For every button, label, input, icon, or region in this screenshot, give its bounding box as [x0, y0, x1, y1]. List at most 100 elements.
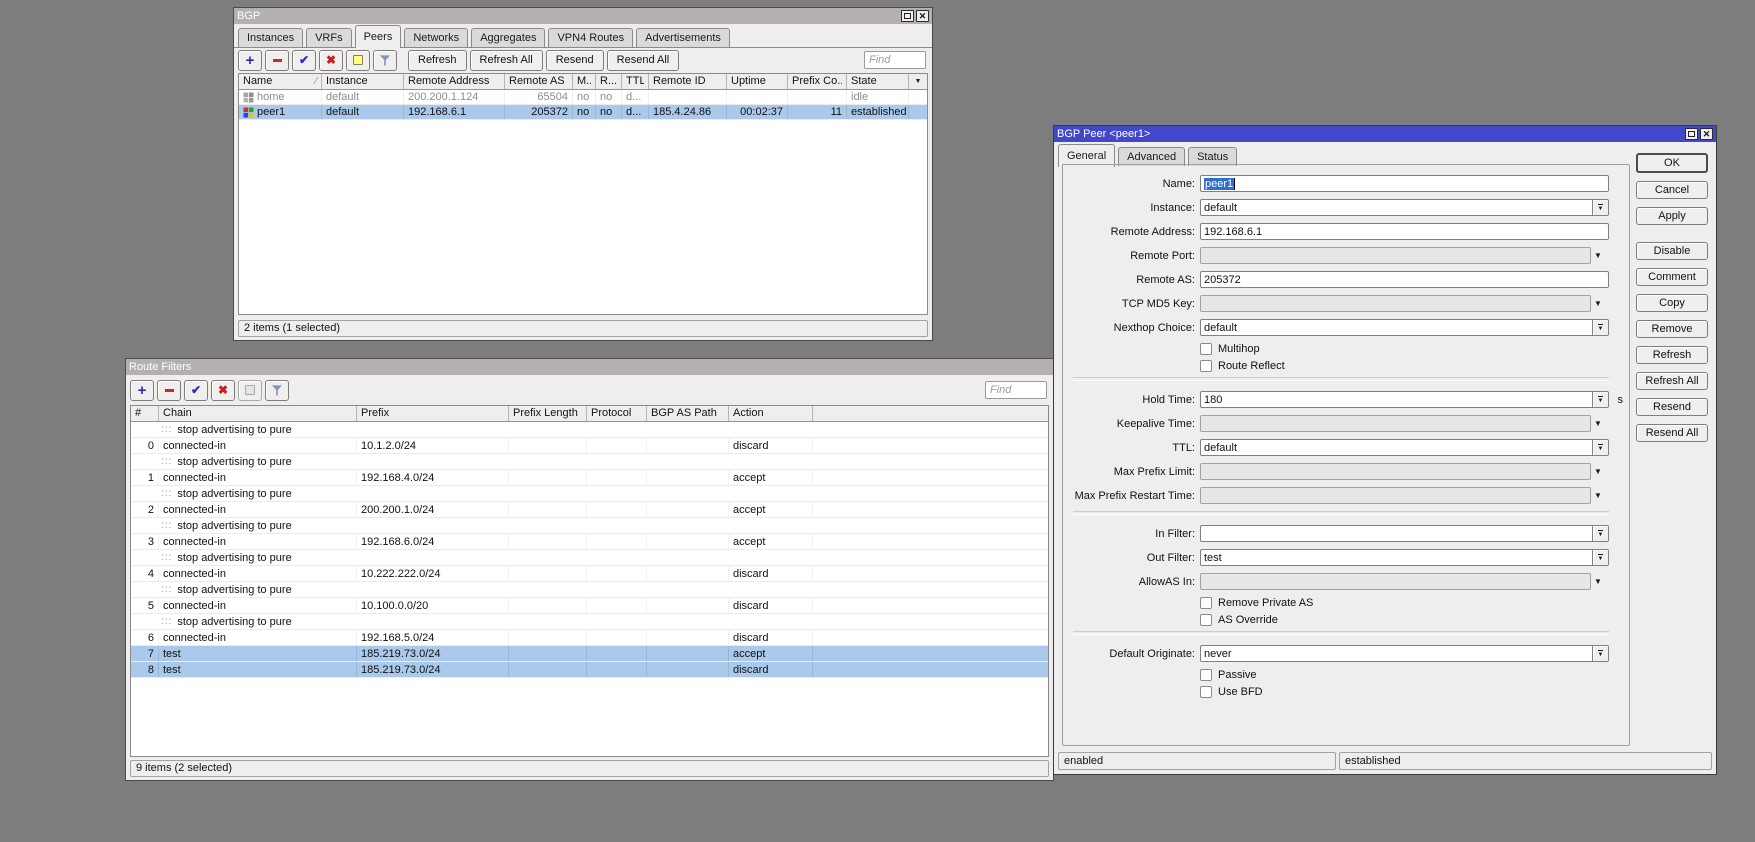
filter-row-5[interactable]: 5connected-in10.100.0.0/20discard	[131, 598, 1048, 614]
comment-button[interactable]: Comment	[1636, 268, 1708, 286]
add-button[interactable]: +	[130, 380, 154, 401]
column-header-uptime[interactable]: Uptime	[727, 74, 788, 89]
column-header-prefix-length[interactable]: Prefix Length	[509, 406, 587, 421]
tab-aggregates[interactable]: Aggregates	[471, 28, 545, 47]
enable-button[interactable]: ✔	[184, 380, 208, 401]
tab-advertisements[interactable]: Advertisements	[636, 28, 730, 47]
default_originate-input[interactable]: never	[1200, 645, 1592, 662]
column-header-name[interactable]: Name∕	[239, 74, 322, 89]
copy-button[interactable]: Copy	[1636, 294, 1708, 312]
remote_address-input[interactable]: 192.168.6.1	[1200, 223, 1609, 240]
comment-row[interactable]: :::stop advertising to pure	[131, 518, 1048, 534]
disable-button[interactable]: ✖	[319, 50, 343, 71]
peer-row-home[interactable]: homedefault200.200.1.12465504nonod...idl…	[239, 90, 927, 105]
apply-button[interactable]: Apply	[1636, 207, 1708, 225]
column-chooser-button[interactable]: ▼	[909, 74, 927, 89]
column-header-r[interactable]: R...	[596, 74, 622, 89]
resend-button[interactable]: Resend	[1636, 398, 1708, 416]
maximize-button[interactable]	[1685, 128, 1698, 140]
refresh-button[interactable]: Refresh	[408, 50, 467, 71]
remote_as-input[interactable]: 205372	[1200, 271, 1609, 288]
max_prefix_limit-input[interactable]	[1200, 463, 1591, 480]
remove_private_as-checkbox[interactable]	[1200, 597, 1212, 609]
column-header-m[interactable]: M...	[573, 74, 596, 89]
cancel-button[interactable]: Cancel	[1636, 181, 1708, 199]
peer-row-peer1[interactable]: peer1default192.168.6.1205372nonod...185…	[239, 105, 927, 120]
refresh-button[interactable]: Refresh	[1636, 346, 1708, 364]
out_filter-input[interactable]: test	[1200, 549, 1592, 566]
column-header-action[interactable]: Action	[729, 406, 813, 421]
filter-button[interactable]	[265, 380, 289, 401]
tab-networks[interactable]: Networks	[404, 28, 468, 47]
ttl-dropdown-button[interactable]: ▼	[1592, 439, 1609, 456]
tab-vrfs[interactable]: VRFs	[306, 28, 352, 47]
filter-row-2[interactable]: 2connected-in200.200.1.0/24accept	[131, 502, 1048, 518]
enable-button[interactable]: ✔	[292, 50, 316, 71]
filter-row-6[interactable]: 6connected-in192.168.5.0/24discard	[131, 630, 1048, 646]
route_reflect-checkbox[interactable]	[1200, 360, 1212, 372]
name-input[interactable]: peer1	[1200, 175, 1609, 192]
resend-button[interactable]: Resend	[546, 50, 604, 71]
remote_port-input[interactable]	[1200, 247, 1591, 264]
use_bfd-checkbox[interactable]	[1200, 686, 1212, 698]
column-header-instance[interactable]: Instance	[322, 74, 404, 89]
hold_time-dropdown-button[interactable]: ▼	[1592, 391, 1609, 408]
comment-row[interactable]: :::stop advertising to pure	[131, 614, 1048, 630]
route-filters-titlebar[interactable]: Route Filters	[126, 359, 1053, 375]
comment-row[interactable]: :::stop advertising to pure	[131, 422, 1048, 438]
resend-all-button[interactable]: Resend All	[1636, 424, 1708, 442]
default_originate-dropdown-button[interactable]: ▼	[1592, 645, 1609, 662]
keepalive_time-input[interactable]	[1200, 415, 1591, 432]
refresh-all-button[interactable]: Refresh All	[470, 50, 543, 71]
column-header-remote-as[interactable]: Remote AS	[505, 74, 573, 89]
column-header-chain[interactable]: Chain	[159, 406, 357, 421]
column-header-prefix[interactable]: Prefix	[357, 406, 509, 421]
comment-row[interactable]: :::stop advertising to pure	[131, 582, 1048, 598]
remove-button[interactable]: Remove	[1636, 320, 1708, 338]
out_filter-dropdown-button[interactable]: ▼	[1592, 549, 1609, 566]
in_filter-dropdown-button[interactable]: ▼	[1592, 525, 1609, 542]
filter-row-8[interactable]: 8test185.219.73.0/24discard	[131, 662, 1048, 678]
bgp-titlebar[interactable]: BGP ✕	[234, 8, 932, 24]
instance-input[interactable]: default	[1200, 199, 1592, 216]
comment-row[interactable]: :::stop advertising to pure	[131, 486, 1048, 502]
ok-button[interactable]: OK	[1636, 153, 1708, 173]
tab-peers[interactable]: Peers	[355, 25, 402, 48]
close-button[interactable]: ✕	[1700, 128, 1713, 140]
filter-row-4[interactable]: 4connected-in10.222.222.0/24discard	[131, 566, 1048, 582]
nexthop_choice-dropdown-button[interactable]: ▼	[1592, 319, 1609, 336]
filter-button[interactable]	[373, 50, 397, 71]
hold_time-input[interactable]: 180	[1200, 391, 1592, 408]
column-header-remote-id[interactable]: Remote ID	[649, 74, 727, 89]
in_filter-input[interactable]	[1200, 525, 1592, 542]
filter-row-3[interactable]: 3connected-in192.168.6.0/24accept	[131, 534, 1048, 550]
tab-instances[interactable]: Instances	[238, 28, 303, 47]
remove-button[interactable]	[265, 50, 289, 71]
tcp_md5_key-input[interactable]	[1200, 295, 1591, 312]
resend-all-button[interactable]: Resend All	[607, 50, 680, 71]
add-button[interactable]: +	[238, 50, 262, 71]
close-button[interactable]: ✕	[916, 10, 929, 22]
tab-vpn4-routes[interactable]: VPN4 Routes	[548, 28, 633, 47]
allowas_in-input[interactable]	[1200, 573, 1591, 590]
keepalive_time-expand-button[interactable]: ▼	[1591, 415, 1605, 432]
nexthop_choice-input[interactable]: default	[1200, 319, 1592, 336]
remove-button[interactable]	[157, 380, 181, 401]
column-header-protocol[interactable]: Protocol	[587, 406, 647, 421]
column-header-prefix-co[interactable]: Prefix Co...	[788, 74, 847, 89]
maximize-button[interactable]	[901, 10, 914, 22]
tcp_md5_key-expand-button[interactable]: ▼	[1591, 295, 1605, 312]
multihop-checkbox[interactable]	[1200, 343, 1212, 355]
as_override-checkbox[interactable]	[1200, 614, 1212, 626]
max_prefix_limit-expand-button[interactable]: ▼	[1591, 463, 1605, 480]
allowas_in-expand-button[interactable]: ▼	[1591, 573, 1605, 590]
max_prefix_restart_time-input[interactable]	[1200, 487, 1591, 504]
disable-button[interactable]: ✖	[211, 380, 235, 401]
filter-row-7[interactable]: 7test185.219.73.0/24accept	[131, 646, 1048, 662]
comment-row[interactable]: :::stop advertising to pure	[131, 454, 1048, 470]
column-header-ttl[interactable]: TTL	[622, 74, 649, 89]
filter-row-0[interactable]: 0connected-in10.1.2.0/24discard	[131, 438, 1048, 454]
remote_port-expand-button[interactable]: ▼	[1591, 247, 1605, 264]
bgp-peer-titlebar[interactable]: BGP Peer <peer1> ✕	[1054, 126, 1716, 142]
find-input[interactable]	[985, 381, 1047, 399]
